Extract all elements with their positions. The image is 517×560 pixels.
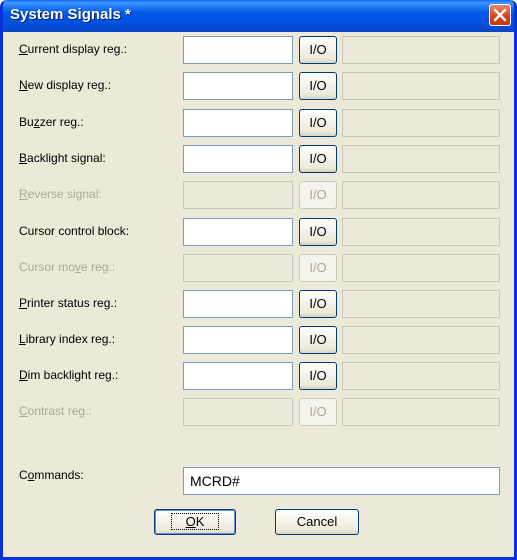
commands-label: Commands: bbox=[19, 468, 84, 482]
register-input[interactable] bbox=[183, 326, 293, 354]
register-input[interactable] bbox=[183, 145, 293, 173]
register-input[interactable] bbox=[183, 218, 293, 246]
io-button: I/O bbox=[299, 254, 337, 282]
signal-label: Printer status reg.: bbox=[19, 296, 118, 310]
close-button[interactable] bbox=[489, 4, 511, 26]
register-input[interactable] bbox=[183, 290, 293, 318]
io-button[interactable]: I/O bbox=[299, 362, 337, 390]
signal-row: Printer status reg.: I/O bbox=[3, 290, 514, 318]
io-button[interactable]: I/O bbox=[299, 326, 337, 354]
io-button[interactable]: I/O bbox=[299, 290, 337, 318]
signal-label: Current display reg.: bbox=[19, 42, 128, 56]
register-input[interactable] bbox=[183, 109, 293, 137]
signal-row: New display reg.: I/O bbox=[3, 72, 514, 100]
register-description-field bbox=[342, 290, 500, 318]
register-input[interactable] bbox=[183, 362, 293, 390]
system-signals-dialog: System Signals * Current display reg.: I/… bbox=[0, 0, 517, 560]
ok-button[interactable]: OK bbox=[154, 509, 236, 535]
signal-label: Cursor move reg.: bbox=[19, 260, 116, 274]
register-input bbox=[183, 254, 293, 282]
signal-row: Library index reg.: I/O bbox=[3, 326, 514, 354]
register-description-field bbox=[342, 181, 500, 209]
register-description-field bbox=[342, 36, 500, 64]
close-icon bbox=[493, 8, 507, 22]
signal-row: Contrast reg.: I/O bbox=[3, 398, 514, 426]
title-bar[interactable]: System Signals * bbox=[3, 0, 514, 32]
signal-label: New display reg.: bbox=[19, 78, 112, 92]
commands-input[interactable]: MCRD# bbox=[183, 467, 500, 495]
io-button[interactable]: I/O bbox=[299, 145, 337, 173]
register-description-field bbox=[342, 109, 500, 137]
io-button[interactable]: I/O bbox=[299, 72, 337, 100]
io-button: I/O bbox=[299, 181, 337, 209]
signal-row: Buzzer reg.: I/O bbox=[3, 109, 514, 137]
register-description-field bbox=[342, 72, 500, 100]
dialog-content: Current display reg.: I/O New display reg.… bbox=[3, 32, 514, 557]
signal-row: Current display reg.: I/O bbox=[3, 36, 514, 64]
io-button[interactable]: I/O bbox=[299, 218, 337, 246]
signal-label: Library index reg.: bbox=[19, 332, 116, 346]
signal-label: Buzzer reg.: bbox=[19, 115, 84, 129]
register-input bbox=[183, 181, 293, 209]
signal-label: Reverse signal: bbox=[19, 187, 102, 201]
signal-row: Reverse signal: I/O bbox=[3, 181, 514, 209]
register-input bbox=[183, 398, 293, 426]
register-description-field bbox=[342, 398, 500, 426]
register-description-field bbox=[342, 362, 500, 390]
register-input[interactable] bbox=[183, 36, 293, 64]
signal-row: Backlight signal: I/O bbox=[3, 145, 514, 173]
register-input[interactable] bbox=[183, 72, 293, 100]
signal-label: Contrast reg.: bbox=[19, 404, 92, 418]
signal-row: Dim backlight reg.: I/O bbox=[3, 362, 514, 390]
register-description-field bbox=[342, 254, 500, 282]
io-button[interactable]: I/O bbox=[299, 109, 337, 137]
signal-row: Cursor move reg.: I/O bbox=[3, 254, 514, 282]
register-description-field bbox=[342, 218, 500, 246]
signal-label: Backlight signal: bbox=[19, 151, 106, 165]
io-button[interactable]: I/O bbox=[299, 36, 337, 64]
cancel-button[interactable]: Cancel bbox=[275, 509, 359, 535]
signal-row: Cursor control block: I/O bbox=[3, 218, 514, 246]
register-description-field bbox=[342, 326, 500, 354]
register-description-field bbox=[342, 145, 500, 173]
dialog-title: System Signals * bbox=[10, 6, 131, 23]
signal-label: Cursor control block: bbox=[19, 224, 130, 238]
signal-label: Dim backlight reg.: bbox=[19, 368, 119, 382]
io-button: I/O bbox=[299, 398, 337, 426]
